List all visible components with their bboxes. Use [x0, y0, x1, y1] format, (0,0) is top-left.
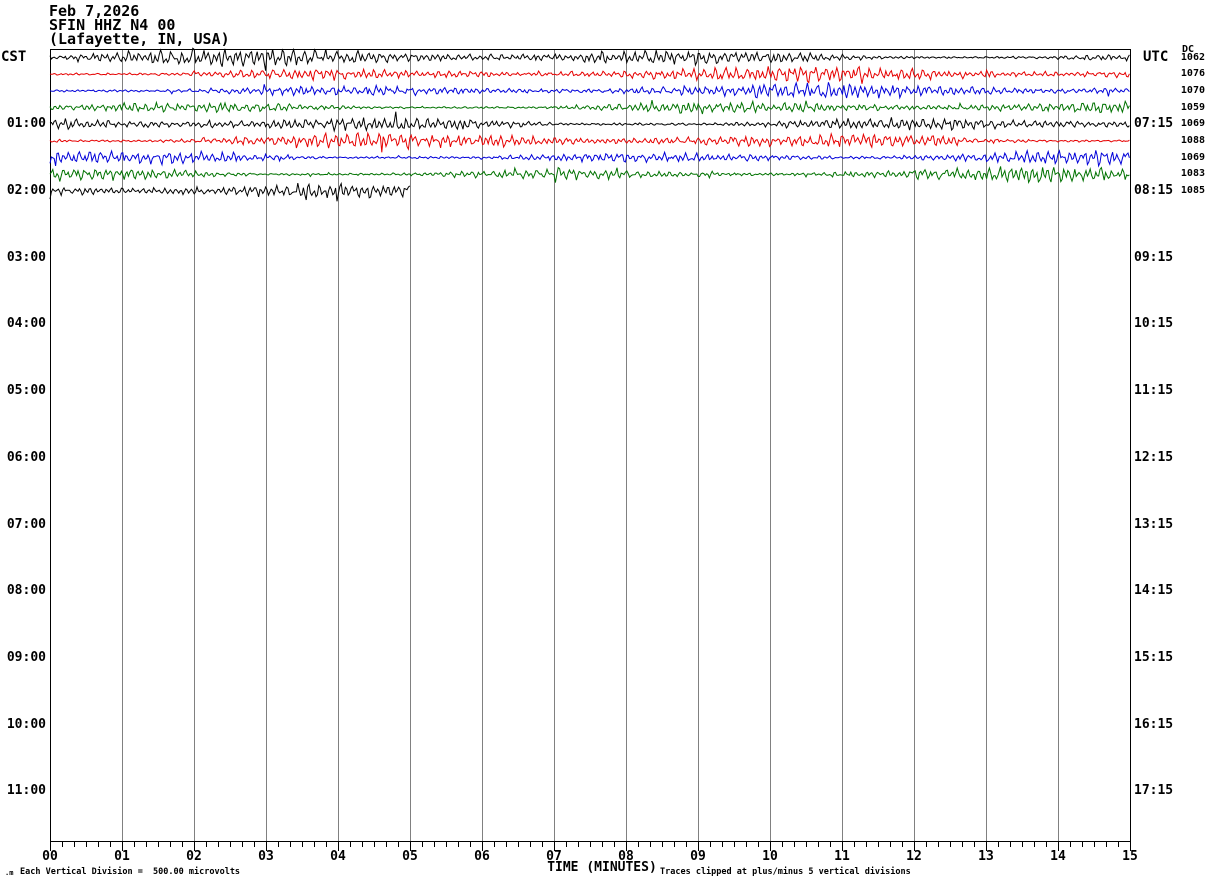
trace-row-8: [49, 181, 411, 202]
dc-value: 1088: [1180, 135, 1205, 146]
x-tick-label: 15: [1122, 849, 1138, 864]
x-tick-label: 11: [834, 849, 850, 864]
dc-value: 1059: [1180, 102, 1205, 113]
x-tick-label: 03: [258, 849, 274, 864]
right-hour-label: 07:15: [1134, 116, 1174, 131]
watermark: .m: [5, 869, 14, 877]
right-hour-label: 14:15: [1134, 583, 1174, 598]
right-hour-label: 08:15: [1134, 183, 1174, 198]
trace-row-0: [49, 47, 1130, 71]
dc-value: 1069: [1180, 152, 1205, 163]
trace-row-1: [49, 65, 1130, 84]
trace-row-7: [49, 166, 1130, 185]
x-tick-label: 10: [762, 849, 778, 864]
seismogram-page: Feb 7,2026 SFIN HHZ N4 00 (Lafayette, IN…: [0, 0, 1210, 886]
clip-note: Traces clipped at plus/minus 5 vertical …: [660, 867, 911, 877]
left-hour-label: 04:00: [6, 316, 46, 331]
x-tick-label: 00: [42, 849, 58, 864]
right-hour-label: 13:15: [1134, 517, 1174, 532]
left-hour-label: 10:00: [6, 717, 46, 732]
left-hour-label: 01:00: [6, 116, 46, 131]
x-tick-label: 13: [978, 849, 994, 864]
right-hour-label: 10:15: [1134, 316, 1174, 331]
right-hour-label: 09:15: [1134, 250, 1174, 265]
trace-row-4: [49, 111, 1130, 133]
trace-row-2: [49, 81, 1130, 100]
left-hour-label: 09:00: [6, 650, 46, 665]
left-hour-label: 05:00: [6, 383, 46, 398]
left-hour-label: 07:00: [6, 517, 46, 532]
left-hour-label: 11:00: [6, 783, 46, 798]
left-hour-label: 08:00: [6, 583, 46, 598]
x-tick-label: 14: [1050, 849, 1066, 864]
right-hour-label: 11:15: [1134, 383, 1174, 398]
left-hour-label: 03:00: [6, 250, 46, 265]
right-hour-label: 15:15: [1134, 650, 1174, 665]
left-hour-label: 02:00: [6, 183, 46, 198]
dc-value: 1062: [1180, 52, 1205, 63]
right-hour-label: 17:15: [1134, 783, 1174, 798]
right-hour-label: 16:15: [1134, 717, 1174, 732]
x-tick-label: 12: [906, 849, 922, 864]
dc-value: 1069: [1180, 118, 1205, 129]
division-note: Each Vertical Division = 500.00 microvol…: [20, 867, 241, 877]
x-tick-label: 05: [402, 849, 418, 864]
left-hour-label: 06:00: [6, 450, 46, 465]
trace-row-6: [49, 148, 1130, 168]
x-tick-label: 02: [186, 849, 202, 864]
x-tick-label: 06: [474, 849, 490, 864]
x-tick-label: 04: [330, 849, 346, 864]
dc-value: 1070: [1180, 85, 1205, 96]
right-hour-label: 12:15: [1134, 450, 1174, 465]
dc-value: 1083: [1180, 168, 1205, 179]
seismogram-plot: [49, 47, 1131, 851]
dc-value: 1076: [1180, 68, 1205, 79]
trace-row-5: [49, 131, 1130, 153]
x-tick-label: 01: [114, 849, 130, 864]
trace-row-3: [49, 99, 1130, 115]
dc-value: 1085: [1180, 185, 1205, 196]
